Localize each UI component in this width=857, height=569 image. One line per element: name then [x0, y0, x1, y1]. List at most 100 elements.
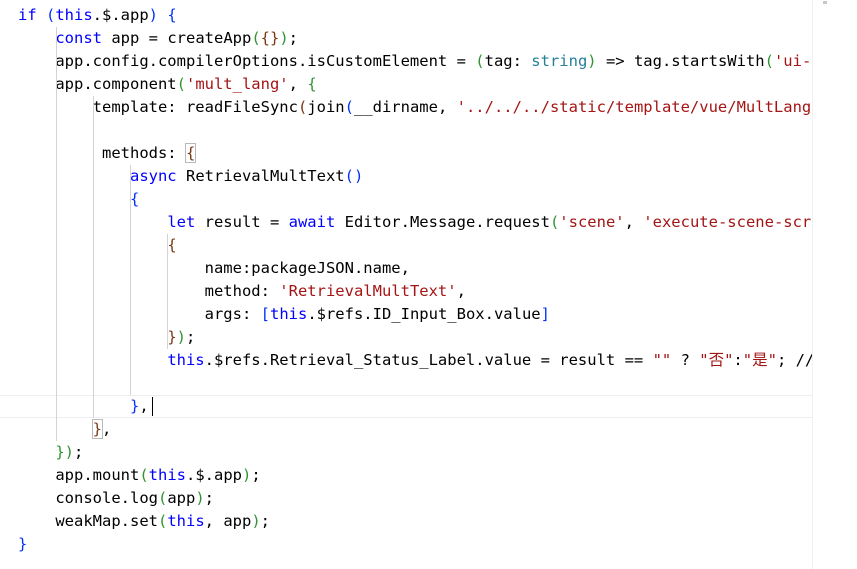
code-token: ): [64, 443, 75, 461]
code-token: }: [167, 328, 177, 346]
code-line[interactable]: },: [18, 395, 149, 418]
code-token: ,: [456, 282, 466, 300]
code-token: app.component: [18, 75, 177, 93]
code-line[interactable]: methods: {: [18, 142, 197, 165]
code-line[interactable]: weakMap.set(this, app);: [18, 510, 270, 533]
code-token: Editor.Message.request: [335, 213, 550, 231]
code-token: }: [91, 419, 104, 439]
indent-guide: [130, 165, 131, 395]
code-token: __dirname,: [353, 98, 457, 116]
code-token: ;: [288, 29, 299, 47]
code-token: {: [167, 236, 177, 254]
code-token: .$refs.Retrieval_Status_Label.value = re…: [204, 351, 653, 369]
code-line[interactable]: if (this.$.app) {: [18, 4, 177, 27]
code-token: ): [148, 6, 159, 24]
code-line[interactable]: },: [18, 418, 111, 441]
code-token: {: [167, 6, 177, 24]
code-token: this: [269, 305, 308, 323]
code-token: ,: [624, 213, 644, 231]
code-token: (: [251, 29, 261, 47]
code-token: "": [652, 351, 672, 369]
code-token: }: [129, 397, 140, 415]
code-token: string: [531, 52, 588, 70]
code-token: ): [251, 512, 261, 530]
code-token: async: [129, 167, 177, 185]
code-token: ;: [260, 512, 271, 530]
code-token: , app: [204, 512, 252, 530]
code-token: .$refs.ID_Input_Box.value: [307, 305, 541, 323]
code-token: }: [18, 535, 28, 553]
code-token: "否": [699, 351, 734, 369]
code-line[interactable]: console.log(app);: [18, 487, 214, 510]
code-line[interactable]: app.component('mult_lang', {: [18, 73, 317, 96]
code-token: app = createApp: [102, 29, 252, 47]
code-line[interactable]: async RetrievalMultText(): [18, 165, 363, 188]
code-token: (: [475, 52, 485, 70]
text-cursor: [151, 397, 154, 416]
code-token: {: [129, 190, 140, 208]
code-token: ): [176, 328, 186, 346]
code-token: ?: [671, 351, 700, 369]
code-token: 'scene': [559, 213, 625, 231]
code-line[interactable]: name:packageJSON.name,: [18, 257, 410, 280]
code-line[interactable]: template: readFileSync(join(__dirname, '…: [18, 96, 812, 119]
code-token: (: [549, 213, 560, 231]
code-token: this: [167, 351, 205, 369]
code-token: ;: [186, 328, 196, 346]
code-token: this: [167, 512, 205, 530]
code-line[interactable]: });: [18, 441, 83, 464]
code-token: name:packageJSON.name,: [18, 259, 410, 277]
code-token: ;: [251, 466, 261, 484]
code-line[interactable]: app.config.compilerOptions.isCustomEleme…: [18, 50, 812, 73]
code-token: ; //i: [776, 351, 812, 369]
code-line[interactable]: this.$refs.Retrieval_Status_Label.value …: [18, 349, 812, 372]
code-token: app.config.compilerOptions.isCustomEleme…: [18, 52, 476, 70]
code-line[interactable]: app.mount(this.$.app);: [18, 464, 261, 487]
scroll-thumb-marker[interactable]: [823, 1, 827, 4]
code-token: [: [260, 305, 270, 323]
code-token: const: [55, 29, 102, 47]
code-token: (: [176, 75, 186, 93]
code-token: ,: [288, 75, 308, 93]
code-token: (: [46, 6, 56, 24]
code-token: let: [167, 213, 196, 231]
code-line[interactable]: }: [18, 533, 27, 556]
code-token: weakMap.set: [18, 512, 158, 530]
code-token: args:: [18, 305, 261, 323]
code-token: 'ui-': [773, 52, 812, 70]
indent-guide: [93, 96, 94, 418]
code-token: app: [167, 489, 196, 507]
code-line[interactable]: {: [18, 234, 177, 257]
code-line[interactable]: method: 'RetrievalMultText',: [18, 280, 466, 303]
code-token: if: [18, 6, 46, 24]
code-token: {: [307, 75, 317, 93]
code-token: ;: [204, 489, 215, 507]
code-token: => tag.startsWith: [596, 52, 765, 70]
code-token: ]: [540, 305, 550, 323]
code-token: ;: [74, 443, 84, 461]
code-token: 'RetrievalMultText': [279, 282, 457, 300]
code-editor[interactable]: if (this.$.app) { const app = createApp(…: [0, 0, 812, 569]
code-token: {}: [260, 29, 280, 47]
code-token: }: [55, 443, 65, 461]
code-token: (: [139, 466, 149, 484]
code-token: (: [157, 489, 168, 507]
code-line[interactable]: let result = await Editor.Message.reques…: [18, 211, 812, 234]
code-line[interactable]: });: [18, 326, 195, 349]
code-line[interactable]: const app = createApp({});: [18, 27, 298, 50]
code-token: :: [733, 351, 743, 369]
vertical-scrollbar[interactable]: [812, 0, 857, 569]
code-token: await: [288, 213, 336, 231]
code-token: (: [764, 52, 774, 70]
code-token: 'mult_lang': [185, 75, 289, 93]
code-line[interactable]: args: [this.$refs.ID_Input_Box.value]: [18, 303, 550, 326]
code-line[interactable]: {: [18, 188, 139, 211]
code-token: 'execute-scene-scrip: [643, 213, 812, 231]
indent-guide: [167, 234, 168, 349]
code-token: .$.app: [92, 6, 149, 24]
